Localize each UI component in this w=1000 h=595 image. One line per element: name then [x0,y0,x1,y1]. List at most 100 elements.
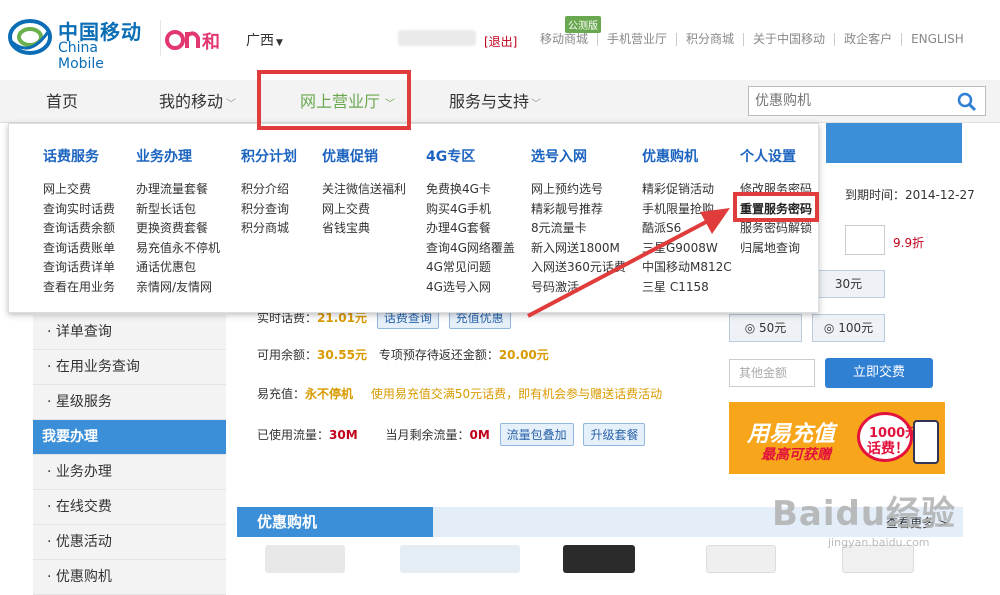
link-mobile-mall[interactable]: 移动商城 [540,33,597,46]
menu-item[interactable]: 积分介绍 [241,180,289,200]
menu-item[interactable]: 4G常见问题 [426,258,515,278]
menu-heading-promo[interactable]: 优惠促销 [322,146,378,166]
menu-item[interactable]: 查询实时话费 [43,200,115,220]
menu-heading-business[interactable]: 业务办理 [136,146,192,166]
product-image[interactable] [563,545,635,573]
sidebar-item-star-service[interactable]: · 星级服务 [33,385,226,420]
sidebar-section-handle[interactable]: 我要办理 [33,420,226,455]
menu-item[interactable]: 入网送360元话费 [531,258,626,278]
realtime-fee-label: 实时话费： [257,311,318,325]
logout-link[interactable]: [退出] [484,33,517,50]
menu-item[interactable]: 办理4G套餐 [426,219,515,239]
menu-item[interactable]: 新型长话包 [136,200,220,220]
china-mobile-logo[interactable]: 中国移动 China Mobile [8,14,148,72]
menu-item[interactable]: 网上预约选号 [531,180,626,200]
menu-item[interactable]: 服务密码解锁 [740,219,812,239]
menu-item[interactable]: 4G选号入网 [426,278,515,298]
menu-item[interactable]: 易充值永不停机 [136,239,220,259]
menu-item[interactable]: 查询话费账单 [43,239,115,259]
sidebar-item-promotions[interactable]: · 优惠活动 [33,525,226,560]
used-flow-label: 已使用流量： [257,428,330,442]
menu-item[interactable]: 查询话费详单 [43,258,115,278]
amount-100-option[interactable]: ◎ 100元 [812,314,885,342]
menu-item[interactable]: 查询4G网络覆盖 [426,239,515,259]
menu-item[interactable]: 通话优惠包 [136,258,220,278]
promo-banner[interactable]: 用易充值 最高可获赠 1000元 话费！ [729,402,945,474]
menu-item[interactable]: 购买4G手机 [426,200,515,220]
realtime-fee-value: 21.01元 [317,311,367,325]
menu-item[interactable]: 归属地查询 [740,239,812,259]
menu-heading-settings[interactable]: 个人设置 [740,146,796,166]
sidebar-item-active-services[interactable]: · 在用业务查询 [33,350,226,385]
menu-item[interactable]: 免费换4G卡 [426,180,515,200]
pay-now-button[interactable]: 立即交费 [825,358,933,388]
menu-heading-4g[interactable]: 4G专区 [426,146,475,166]
menu-item[interactable]: 网上交费 [322,200,406,220]
products-title: 优惠购机 [237,507,433,537]
menu-item[interactable]: 酷派S6 [642,219,732,239]
online-hall-dropdown: 话费服务 网上交费 查询实时话费 查询话费余额 查询话费账单 查询话费详单 查看… [8,123,819,313]
sidebar-item-phones[interactable]: · 优惠购机 [33,560,226,595]
search-box [748,86,986,116]
menu-item[interactable]: 网上交费 [43,180,115,200]
link-english[interactable]: ENGLISH [901,33,973,46]
nav-my-mobile[interactable]: 我的移动 ﹀ [159,80,236,123]
menu-item[interactable]: 精彩促销活动 [642,180,732,200]
blurred-username [398,30,476,46]
nav-service-label: 服务与支持 [449,92,530,111]
product-image[interactable] [265,545,345,573]
region-selector[interactable]: 广西 ▼ [246,30,283,50]
menu-item[interactable]: 中国移动M812C [642,258,732,278]
menu-item[interactable]: 精彩靓号推荐 [531,200,626,220]
region-label: 广西 [246,33,274,49]
other-amount-input[interactable]: 其他金额 [729,359,815,387]
search-input[interactable] [749,87,949,115]
nav-home[interactable]: 首页 [46,80,78,123]
menu-item[interactable]: 亲情网/友情网 [136,278,220,298]
promo-line2: 最高可获赠 [761,447,831,463]
balance-value: 30.55元 [317,348,367,362]
menu-heading-phones[interactable]: 优惠购机 [642,146,698,166]
product-image[interactable] [400,545,520,573]
link-points-mall[interactable]: 积分商城 [676,33,743,46]
menu-item[interactable]: 新入网送1800M [531,239,626,259]
amount-30-option[interactable]: 30元 [812,270,885,298]
menu-item[interactable]: 手机限量抢购 [642,200,732,220]
china-mobile-logo-icon [8,19,52,55]
menu-item[interactable]: 8元流量卡 [531,219,626,239]
link-about[interactable]: 关于中国移动 [743,33,834,46]
search-icon[interactable] [957,92,977,112]
menu-item[interactable]: 更换资费套餐 [136,219,220,239]
sidebar-item-detail-query[interactable]: · 详单查询 [33,315,226,350]
menu-heading-points[interactable]: 积分计划 [241,146,297,166]
menu-item[interactable]: 三星G9008W [642,239,732,259]
watermark-url: jingyan.baidu.com [828,536,930,549]
amount-50-option[interactable]: ◎ 50元 [729,314,802,342]
sidebar-item-business[interactable]: · 业务办理 [33,455,226,490]
link-mobile-hall[interactable]: 手机营业厅 [597,33,676,46]
amount-30-label: 30元 [834,277,863,291]
menu-heading-number[interactable]: 选号入网 [531,146,587,166]
menu-item[interactable]: 关注微信送福利 [322,180,406,200]
nav-service-support[interactable]: 服务与支持 ﹀ [449,80,541,123]
radio-icon: ◎ [744,321,759,335]
baidu-watermark: Baidu经验 jingyan.baidu.com [740,480,980,570]
link-enterprise[interactable]: 政企客户 [834,33,901,46]
menu-item[interactable]: 查看在用业务 [43,278,115,298]
menu-item[interactable]: 查询话费余额 [43,219,115,239]
menu-item[interactable]: 积分商城 [241,219,289,239]
and-logo-icon: 和 [159,20,220,56]
upgrade-plan-button[interactable]: 升级套餐 [583,423,646,446]
menu-item[interactable]: 三星 C1158 [642,278,732,298]
menu-heading-fee[interactable]: 话费服务 [43,146,99,166]
flow-pack-button[interactable]: 流量包叠加 [499,423,574,446]
sidebar-item-online-pay[interactable]: · 在线交费 [33,490,226,525]
menu-item[interactable]: 号码激活 [531,278,626,298]
beta-badge: 公测版 [565,16,601,33]
menu-item[interactable]: 积分查询 [241,200,289,220]
reserved-label: 专项预存待返还金额： [378,348,499,362]
menu-item[interactable]: 省钱宝典 [322,219,406,239]
menu-item[interactable]: 办理流量套餐 [136,180,220,200]
and-brand-logo[interactable]: 和 [159,18,230,58]
balance-row: 可用余额：30.55元 专项预存待返还金额：20.00元 [257,346,549,363]
